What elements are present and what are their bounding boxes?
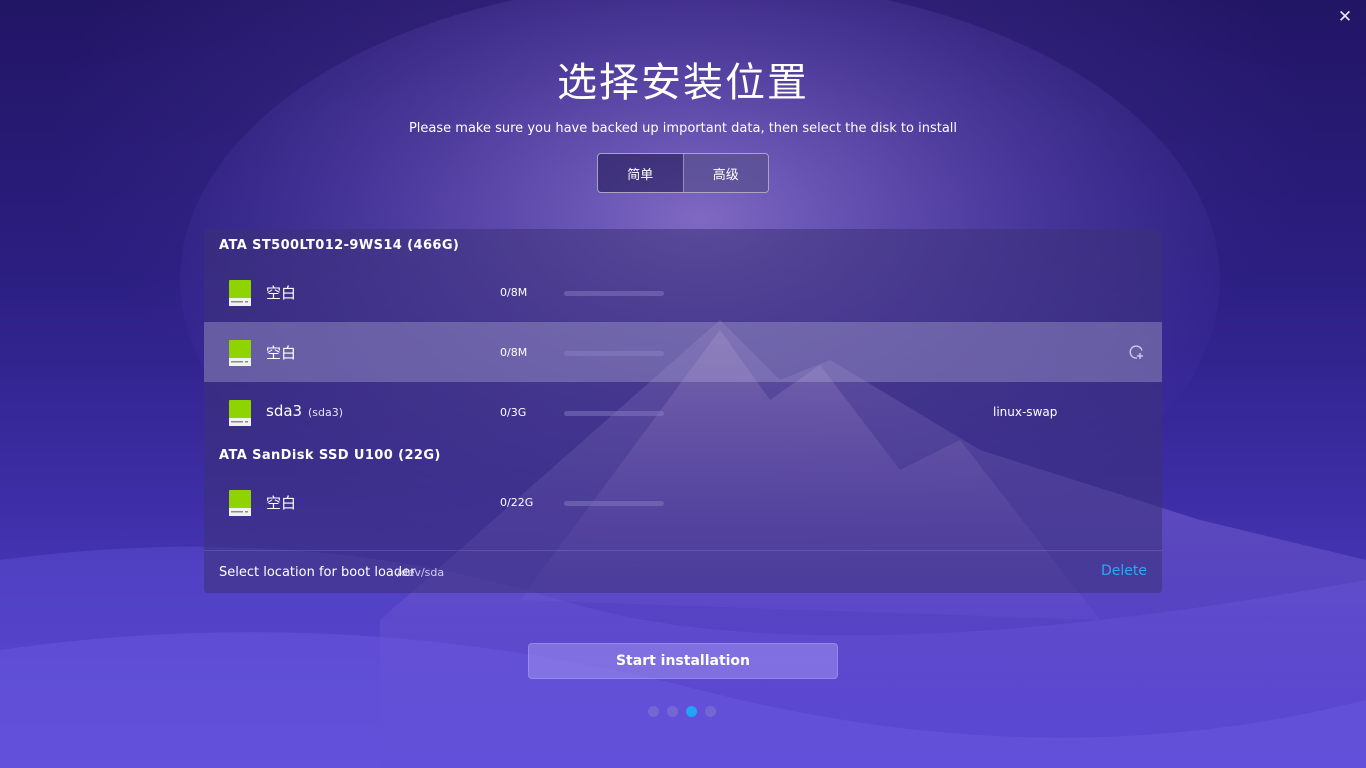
partition-row[interactable]: 空白 0/8M: [204, 262, 1162, 322]
page-dot: [648, 706, 659, 717]
delete-button[interactable]: Delete: [1101, 563, 1147, 579]
disk-partition-icon: [229, 340, 251, 366]
partition-usage-bar: [564, 411, 664, 416]
partition-name: 空白: [266, 494, 297, 512]
partition-usage-bar: [564, 351, 664, 356]
boot-loader-path[interactable]: /dev/sda: [397, 566, 444, 579]
partition-row[interactable]: 空白 0/22G: [204, 472, 1162, 532]
disk-header: ATA SanDisk SSD U100 (22G): [219, 448, 441, 463]
disk-header: ATA ST500LT012-9WS14 (466G): [219, 238, 460, 253]
partition-size: 0/8M: [500, 346, 528, 359]
start-installation-button[interactable]: Start installation: [528, 643, 838, 679]
partition-device-label: (sda3): [308, 406, 344, 419]
page-title: 选择安装位置: [557, 60, 809, 106]
page-dot: [667, 706, 678, 717]
boot-loader-bar: Select location for boot loader /dev/sda…: [204, 550, 1162, 593]
page-indicator: [648, 706, 716, 718]
partition-filesystem: linux-swap: [993, 405, 1058, 419]
page-dot: [705, 706, 716, 717]
partition-usage-bar: [564, 501, 664, 506]
partition-name: 空白: [266, 344, 297, 362]
add-partition-icon[interactable]: [1129, 344, 1145, 360]
disk-partition-icon: [229, 280, 251, 306]
partition-size: 0/22G: [500, 496, 534, 509]
partition-size: 0/8M: [500, 286, 528, 299]
partition-size: 0/3G: [500, 406, 527, 419]
disk-partition-icon: [229, 490, 251, 516]
advanced-mode-button[interactable]: 高级: [682, 154, 768, 192]
mode-switch: 简单 高级: [597, 153, 769, 193]
boot-loader-label: Select location for boot loader: [219, 565, 416, 580]
close-icon[interactable]: ✕: [1334, 6, 1356, 28]
page-subtitle: Please make sure you have backed up impo…: [408, 121, 958, 136]
partition-name: 空白: [266, 284, 297, 302]
simple-mode-button[interactable]: 简单: [598, 154, 683, 192]
partition-row[interactable]: sda3 (sda3) 0/3G linux-swap: [204, 382, 1162, 442]
partition-panel: ATA ST500LT012-9WS14 (466G) 空白 0/8M 空白 0/8M s…: [204, 229, 1162, 593]
partition-name: sda3: [266, 402, 303, 420]
partition-row[interactable]: 空白 0/8M: [204, 322, 1162, 382]
page-dot: [686, 706, 697, 717]
partition-usage-bar: [564, 291, 664, 296]
disk-partition-icon: [229, 400, 251, 426]
